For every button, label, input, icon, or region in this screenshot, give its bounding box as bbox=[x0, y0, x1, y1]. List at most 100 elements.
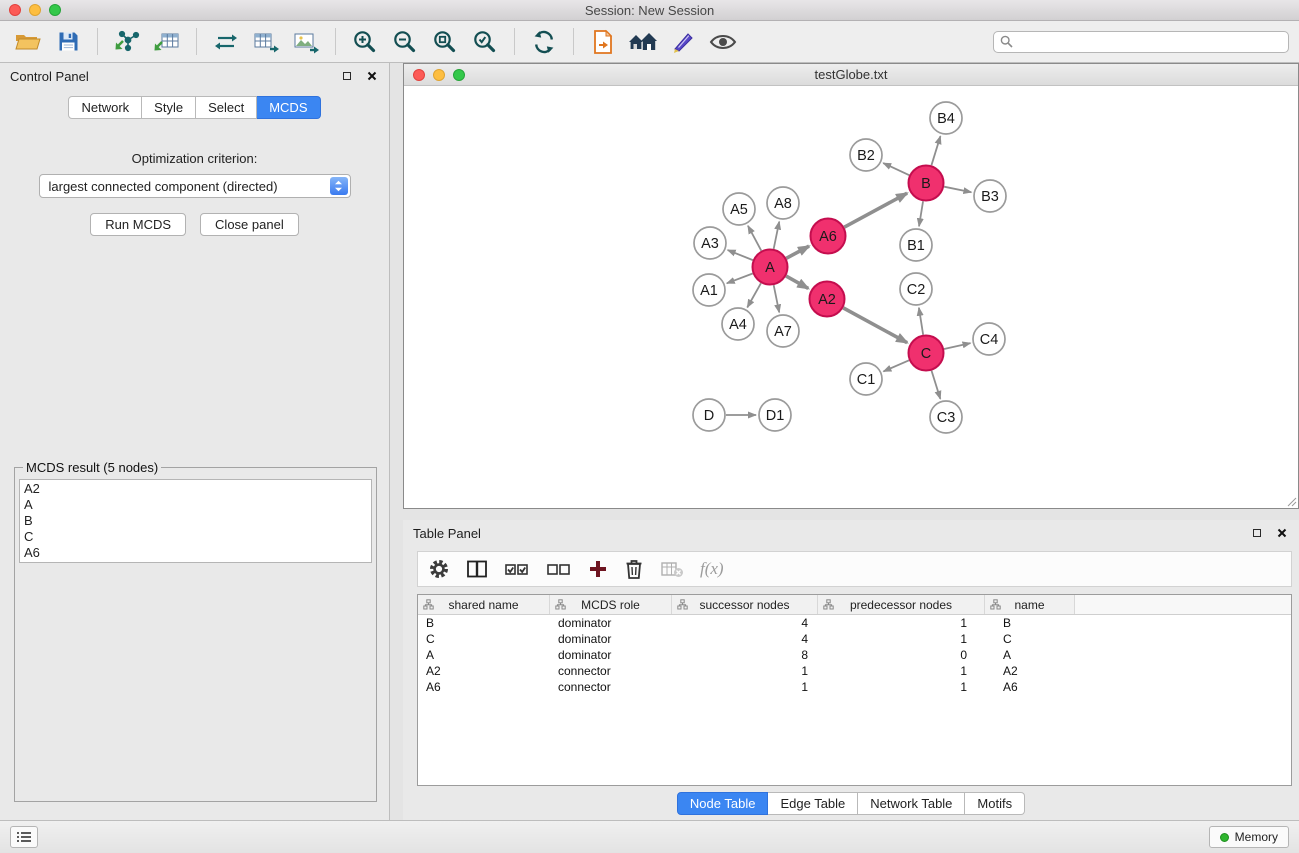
edge-B-B4[interactable] bbox=[931, 136, 940, 165]
open-session-button[interactable] bbox=[10, 25, 46, 59]
zoom-window-icon[interactable] bbox=[49, 4, 61, 16]
column-header-shared-name[interactable]: shared name bbox=[418, 595, 550, 614]
close-window-icon[interactable] bbox=[9, 4, 21, 16]
edge-C-C1[interactable] bbox=[883, 360, 909, 371]
node-D[interactable]: D bbox=[693, 399, 725, 431]
edge-C-C3[interactable] bbox=[932, 371, 941, 399]
edge-B-B3[interactable] bbox=[944, 187, 971, 193]
node-C4[interactable]: C4 bbox=[973, 323, 1005, 355]
export-image-button[interactable] bbox=[288, 25, 324, 59]
node-B2[interactable]: B2 bbox=[850, 139, 882, 171]
float-panel-icon[interactable] bbox=[339, 69, 354, 84]
node-A1[interactable]: A1 bbox=[693, 274, 725, 306]
close-panel-icon[interactable] bbox=[364, 69, 379, 84]
table-row[interactable]: A6connector11A6 bbox=[418, 679, 1291, 695]
node-A[interactable]: A bbox=[753, 250, 788, 285]
criterion-dropdown[interactable]: largest connected component (directed) bbox=[39, 174, 351, 198]
import-table-button[interactable] bbox=[149, 25, 185, 59]
tab-select[interactable]: Select bbox=[196, 96, 257, 119]
panel-splitter[interactable] bbox=[403, 509, 1299, 520]
edge-A-A8[interactable] bbox=[774, 222, 780, 249]
edge-A6-B[interactable] bbox=[844, 193, 907, 227]
search-input[interactable] bbox=[1018, 35, 1282, 49]
zoom-out-button[interactable] bbox=[387, 25, 423, 59]
show-hide-details-button[interactable] bbox=[705, 25, 741, 59]
save-session-button[interactable] bbox=[50, 25, 86, 59]
table-row[interactable]: Cdominator41C bbox=[418, 631, 1291, 647]
tab-edge-table[interactable]: Edge Table bbox=[768, 792, 858, 815]
node-B4[interactable]: B4 bbox=[930, 102, 962, 134]
node-C3[interactable]: C3 bbox=[930, 401, 962, 433]
node-B1[interactable]: B1 bbox=[900, 229, 932, 261]
minimize-network-window-icon[interactable] bbox=[433, 69, 445, 81]
edge-A-A5[interactable] bbox=[748, 226, 761, 251]
result-item[interactable]: B bbox=[24, 513, 367, 529]
network-graph[interactable]: B4 B2 B B3 A5 A8 A6 B1 A3 A A1 C2 A2 A4 A7 C4 C C1 C3 D D1 bbox=[404, 86, 1297, 508]
export-table-button[interactable] bbox=[248, 25, 284, 59]
split-view-button[interactable] bbox=[466, 559, 488, 579]
edge-A-A4[interactable] bbox=[747, 283, 761, 307]
create-column-button[interactable] bbox=[588, 559, 608, 579]
search-box[interactable] bbox=[993, 31, 1289, 53]
delete-column-button[interactable] bbox=[624, 558, 644, 580]
refresh-view-button[interactable] bbox=[526, 25, 562, 59]
delete-table-button[interactable] bbox=[660, 559, 684, 579]
result-item[interactable]: A6 bbox=[24, 545, 367, 561]
memory-button[interactable]: Memory bbox=[1209, 826, 1289, 848]
tab-network[interactable]: Network bbox=[68, 96, 142, 119]
edge-B-B2[interactable] bbox=[883, 163, 909, 175]
edge-A-A1[interactable] bbox=[727, 274, 753, 284]
tab-mcds[interactable]: MCDS bbox=[257, 96, 320, 119]
node-C[interactable]: C bbox=[909, 336, 944, 371]
apply-style-button[interactable] bbox=[665, 25, 701, 59]
node-B3[interactable]: B3 bbox=[974, 180, 1006, 212]
column-header-predecessor-nodes[interactable]: predecessor nodes bbox=[818, 595, 985, 614]
network-canvas[interactable]: B4 B2 B B3 A5 A8 A6 B1 A3 A A1 C2 A2 A4 A7 C4 C C1 C3 D D1 bbox=[404, 86, 1298, 508]
zoom-fit-button[interactable] bbox=[427, 25, 463, 59]
clone-network-button[interactable] bbox=[208, 25, 244, 59]
close-network-window-icon[interactable] bbox=[413, 69, 425, 81]
edge-C-C4[interactable] bbox=[944, 343, 970, 349]
result-item[interactable]: A2 bbox=[24, 481, 367, 497]
column-header-name[interactable]: name bbox=[985, 595, 1075, 614]
table-row[interactable]: A2connector11A2 bbox=[418, 663, 1291, 679]
hide-all-columns-button[interactable] bbox=[546, 559, 572, 579]
first-neighbors-button[interactable] bbox=[625, 25, 661, 59]
resize-grip-icon[interactable] bbox=[1285, 495, 1297, 507]
node-B[interactable]: B bbox=[909, 166, 944, 201]
node-C1[interactable]: C1 bbox=[850, 363, 882, 395]
edge-A-A2[interactable] bbox=[786, 276, 808, 288]
column-header-successor-nodes[interactable]: successor nodes bbox=[672, 595, 818, 614]
tab-style[interactable]: Style bbox=[142, 96, 196, 119]
task-history-button[interactable] bbox=[10, 826, 38, 848]
show-all-columns-button[interactable] bbox=[504, 559, 530, 579]
network-from-selection-button[interactable] bbox=[585, 25, 621, 59]
run-mcds-button[interactable]: Run MCDS bbox=[90, 213, 186, 236]
node-D1[interactable]: D1 bbox=[759, 399, 791, 431]
edge-A-A3[interactable] bbox=[728, 250, 753, 260]
column-header-MCDS-role[interactable]: MCDS role bbox=[550, 595, 672, 614]
node-A7[interactable]: A7 bbox=[767, 315, 799, 347]
node-A2[interactable]: A2 bbox=[810, 282, 845, 317]
function-builder-button[interactable]: f(x) bbox=[700, 559, 724, 579]
result-item[interactable]: C bbox=[24, 529, 367, 545]
zoom-in-button[interactable] bbox=[347, 25, 383, 59]
zoom-selected-button[interactable] bbox=[467, 25, 503, 59]
node-C2[interactable]: C2 bbox=[900, 273, 932, 305]
result-item[interactable]: A bbox=[24, 497, 367, 513]
node-A8[interactable]: A8 bbox=[767, 187, 799, 219]
zoom-network-window-icon[interactable] bbox=[453, 69, 465, 81]
close-panel-button[interactable]: Close panel bbox=[200, 213, 299, 236]
node-A6[interactable]: A6 bbox=[811, 219, 846, 254]
tab-node-table[interactable]: Node Table bbox=[677, 792, 769, 815]
node-A5[interactable]: A5 bbox=[723, 193, 755, 225]
edge-A2-C[interactable] bbox=[843, 308, 907, 343]
mcds-result-list[interactable]: A2ABCA6 bbox=[19, 479, 372, 563]
node-A3[interactable]: A3 bbox=[694, 227, 726, 259]
close-table-panel-icon[interactable] bbox=[1274, 526, 1289, 541]
node-A4[interactable]: A4 bbox=[722, 308, 754, 340]
tab-network-table[interactable]: Network Table bbox=[858, 792, 965, 815]
minimize-window-icon[interactable] bbox=[29, 4, 41, 16]
edge-C-C2[interactable] bbox=[919, 308, 923, 335]
table-row[interactable]: Bdominator41B bbox=[418, 615, 1291, 631]
